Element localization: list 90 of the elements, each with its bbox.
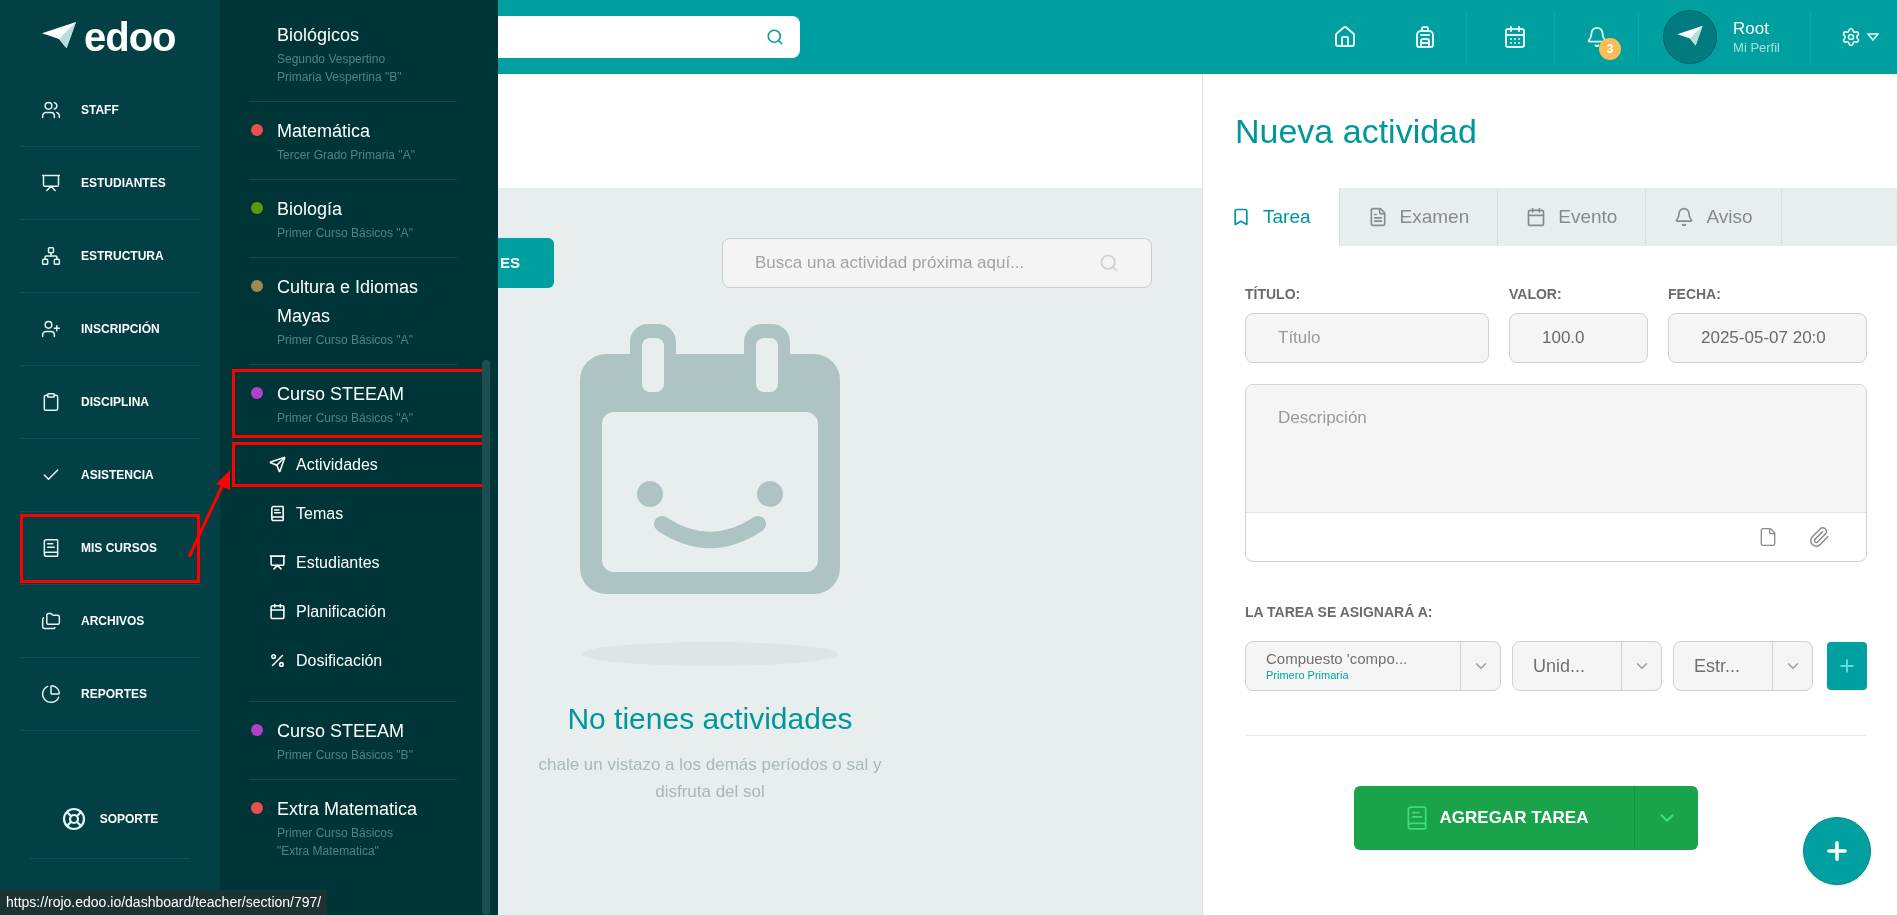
calendar-icon xyxy=(1502,25,1527,49)
sidebar-item[interactable]: ESTUDIANTES xyxy=(20,148,200,218)
bookmark-icon xyxy=(1231,207,1251,227)
course-title: Matemática xyxy=(277,120,372,143)
folders-icon xyxy=(41,611,61,631)
search-icon xyxy=(1099,253,1119,273)
course-title: Cultura e Idiomas Mayas xyxy=(277,276,420,328)
percent-icon xyxy=(269,652,286,669)
course-submenu-item[interactable]: Estudiantes xyxy=(232,540,486,585)
people-icon xyxy=(41,100,61,120)
classroom-icon xyxy=(269,554,286,571)
logo-text: edoo xyxy=(84,17,176,57)
course-title: Biológicos xyxy=(277,24,361,47)
field-label: FECHA: xyxy=(1668,285,1722,304)
empty-title: No tienes actividades xyxy=(567,701,853,737)
description-placeholder: Descripción xyxy=(1278,408,1367,427)
sidebar-item[interactable]: INSCRIPCIÓN xyxy=(20,294,200,364)
calendar-icon xyxy=(269,603,286,620)
search-icon xyxy=(766,28,784,46)
search-placeholder: Busca una actividad próxima aquí... xyxy=(755,252,1025,275)
select-value: Estr... xyxy=(1694,654,1741,678)
sidebar-item[interactable]: REPORTES xyxy=(20,659,200,729)
value-field[interactable]: 100.0 xyxy=(1509,313,1648,363)
course-item[interactable]: Biológicos Segundo Vespertino Primaria Vespertina "B" xyxy=(232,10,486,97)
floating-add-button[interactable] xyxy=(1803,817,1871,885)
clipboard-icon xyxy=(41,392,61,412)
paper-plane-icon xyxy=(269,456,286,473)
sidebar-item[interactable]: DISCIPLINA xyxy=(20,367,200,437)
course-subtitle: Segundo Vespertino Primaria Vespertina "B" xyxy=(277,51,402,86)
file-icon[interactable] xyxy=(1758,526,1778,548)
assign-select[interactable]: Compuesto 'compo... Primero Primaria xyxy=(1245,641,1501,691)
book-icon xyxy=(41,538,61,558)
course-title: Curso STEEAM xyxy=(277,383,406,406)
notification-badge: 3 xyxy=(1599,38,1622,60)
sidebar-item[interactable]: ESTRUCTURA xyxy=(20,221,200,291)
course-item[interactable]: Cultura e Idiomas Mayas Primer Curso Básicos "A" xyxy=(232,262,486,360)
support-button[interactable]: SOPORTE xyxy=(61,806,159,831)
course-item[interactable]: Biología Primer Curso Básicos "A" xyxy=(232,184,486,253)
title-field[interactable]: Título xyxy=(1245,313,1489,363)
settings-icon xyxy=(1841,27,1861,47)
activity-tab[interactable]: Tarea xyxy=(1203,188,1340,246)
course-item[interactable]: Curso STEEAM Primer Curso Básicos "B" xyxy=(232,706,486,775)
pie-chart-icon xyxy=(41,684,61,704)
assign-label: LA TAREA SE ASIGNARÁ A: xyxy=(1245,603,1434,622)
add-button[interactable] xyxy=(1827,642,1867,690)
course-item[interactable]: Matemática Tercer Grado Primaria "A" xyxy=(232,106,486,175)
field-label: VALOR: xyxy=(1509,285,1563,304)
course-subtitle: Tercer Grado Primaria "A" xyxy=(277,147,415,164)
sidebar-item[interactable]: ASISTENCIA xyxy=(20,440,200,510)
sidebar-item[interactable]: MIS CURSOS xyxy=(20,513,200,583)
course-subtitle: Primer Curso Básicos "A" xyxy=(277,332,414,349)
user-name: Root xyxy=(1733,18,1770,40)
paperclip-icon[interactable] xyxy=(1808,526,1830,548)
classroom-icon xyxy=(41,173,61,193)
course-submenu-item[interactable]: Temas xyxy=(232,491,486,536)
select-value: Unid... xyxy=(1533,654,1587,678)
course-subtitle: Primer Curso Básicos "Extra Matematica" xyxy=(277,825,395,860)
plus-icon xyxy=(1837,656,1857,676)
select-subtext: Primero Primaria xyxy=(1266,668,1350,682)
course-title: Extra Matematica xyxy=(277,798,418,821)
course-subtitle: Primer Curso Básicos "A" xyxy=(277,410,413,427)
empty-message: chale un vistazo a los demás períodos o sal y disfruta del sol xyxy=(538,754,882,803)
global-search-field[interactable] xyxy=(498,16,800,58)
lifebuoy-icon xyxy=(61,806,86,831)
course-title: Curso STEEAM xyxy=(277,720,406,743)
caret-icon xyxy=(1867,33,1879,41)
sidebar-item[interactable]: ARCHIVOS xyxy=(20,586,200,656)
course-subtitle: Primer Curso Básicos "A" xyxy=(277,225,413,242)
sidebar-item[interactable]: STAFF xyxy=(20,75,200,145)
avatar[interactable] xyxy=(1663,10,1718,64)
status-url: https://rojo.edoo.io/dashboard/teacher/section/797/ xyxy=(0,890,328,915)
add-user-icon xyxy=(41,319,61,339)
scrollbar[interactable] xyxy=(482,360,490,915)
assign-select[interactable]: Unid... xyxy=(1512,641,1662,691)
hierarchy-icon xyxy=(41,246,61,266)
calendar-icon xyxy=(1526,207,1547,227)
course-submenu-item[interactable]: Planificación xyxy=(232,589,486,634)
bell-icon xyxy=(1674,207,1695,227)
date-field[interactable]: 2025-05-07 20:0 xyxy=(1668,313,1867,363)
panel-title: Nueva actividad xyxy=(1235,110,1477,152)
course-submenu-item[interactable]: Dosificación xyxy=(232,638,486,683)
assign-select[interactable]: Estr... xyxy=(1673,641,1813,691)
course-subtitle: Primer Curso Básicos "B" xyxy=(277,747,413,764)
book-icon xyxy=(269,505,286,522)
bell-icon xyxy=(1585,26,1608,48)
home-icon xyxy=(1333,25,1358,49)
select-value: Compuesto 'compo... xyxy=(1266,650,1409,668)
field-label: TÍTULO: xyxy=(1245,285,1302,304)
course-title: Biología xyxy=(277,198,344,221)
course-item[interactable]: Extra Matematica Primer Curso Básicos "Extra Matematica" xyxy=(232,784,486,871)
